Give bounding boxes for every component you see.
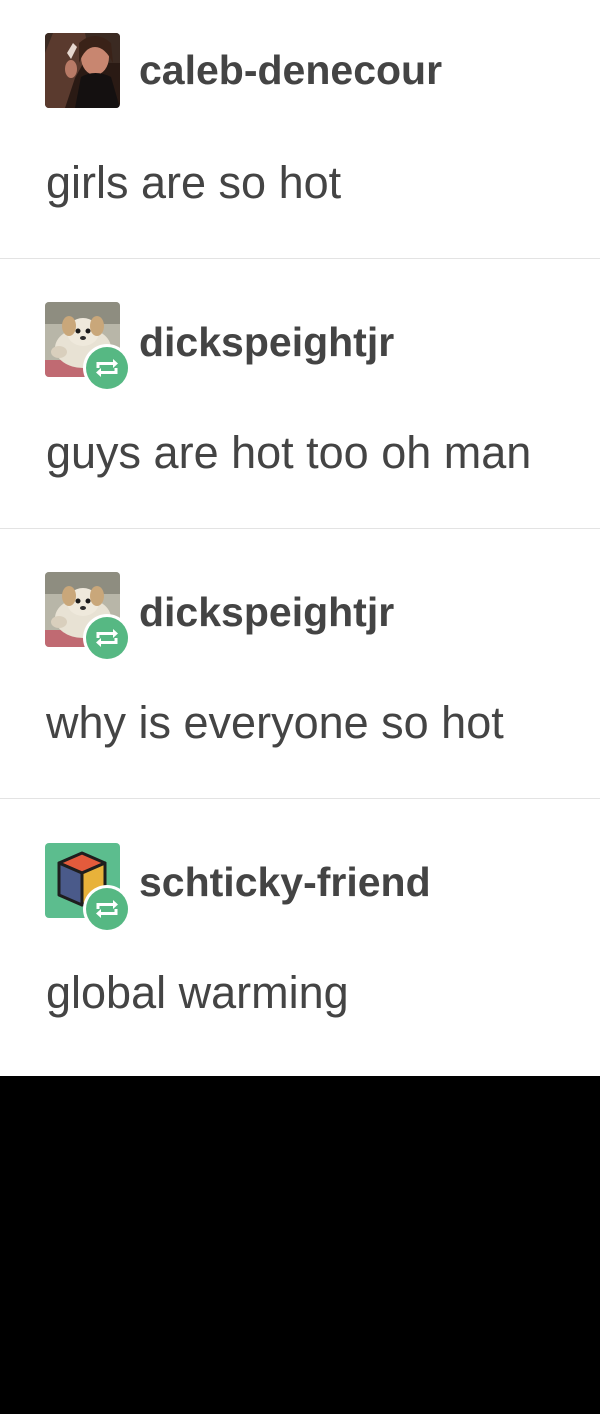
post-dickspeightjr: dickspeightjr guys are hot too oh man [0,259,600,529]
post-dickspeightjr: dickspeightjr why is everyone so hot [0,529,600,799]
photo-avatar-woman-icon [45,33,120,108]
reblog-badge [83,614,131,662]
username[interactable]: dickspeightjr [139,316,394,368]
reblog-icon [96,900,118,918]
reblog-badge [83,344,131,392]
post-text: global warming [46,967,349,1018]
reblog-icon [96,629,118,647]
post-schticky-friend: schticky-friend global warming [0,799,600,1076]
letterbox-bar [0,1076,600,1414]
post-text: guys are hot too oh man [46,427,532,478]
username[interactable]: schticky-friend [139,856,431,908]
user-avatar[interactable] [45,33,120,108]
reblog-icon [96,359,118,377]
post-text: why is everyone so hot [46,697,504,748]
username[interactable]: caleb-denecour [139,44,442,96]
post-caleb-denecour: caleb-denecour girls are so hot [0,0,600,270]
reblog-badge [83,885,131,933]
reblog-thread: caleb-denecour girls are so hot dickspei… [0,0,600,1076]
post-text: girls are so hot [46,157,342,208]
username[interactable]: dickspeightjr [139,586,394,638]
